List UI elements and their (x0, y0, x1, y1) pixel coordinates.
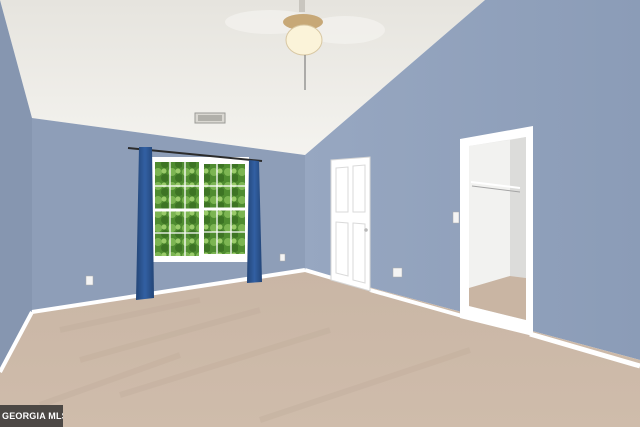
fan-light-globe (285, 24, 323, 56)
wall-outlet-back (279, 253, 286, 262)
wall-outlet-left (85, 275, 94, 286)
room-illustration (0, 0, 640, 427)
light-switch (452, 211, 460, 224)
closet-back-wall (469, 140, 510, 288)
fan-downrod (299, 0, 305, 12)
curtain-left (136, 147, 154, 300)
window (151, 157, 249, 262)
door-knob (364, 228, 368, 232)
walk-in-closet (460, 126, 533, 336)
wall-outlet-right (392, 267, 403, 278)
closet-door (330, 156, 371, 292)
watermark-logo: GEORGIA MLS (0, 405, 63, 427)
room-photo: GEORGIA MLS (0, 0, 640, 427)
closet-side-wall (510, 137, 526, 278)
